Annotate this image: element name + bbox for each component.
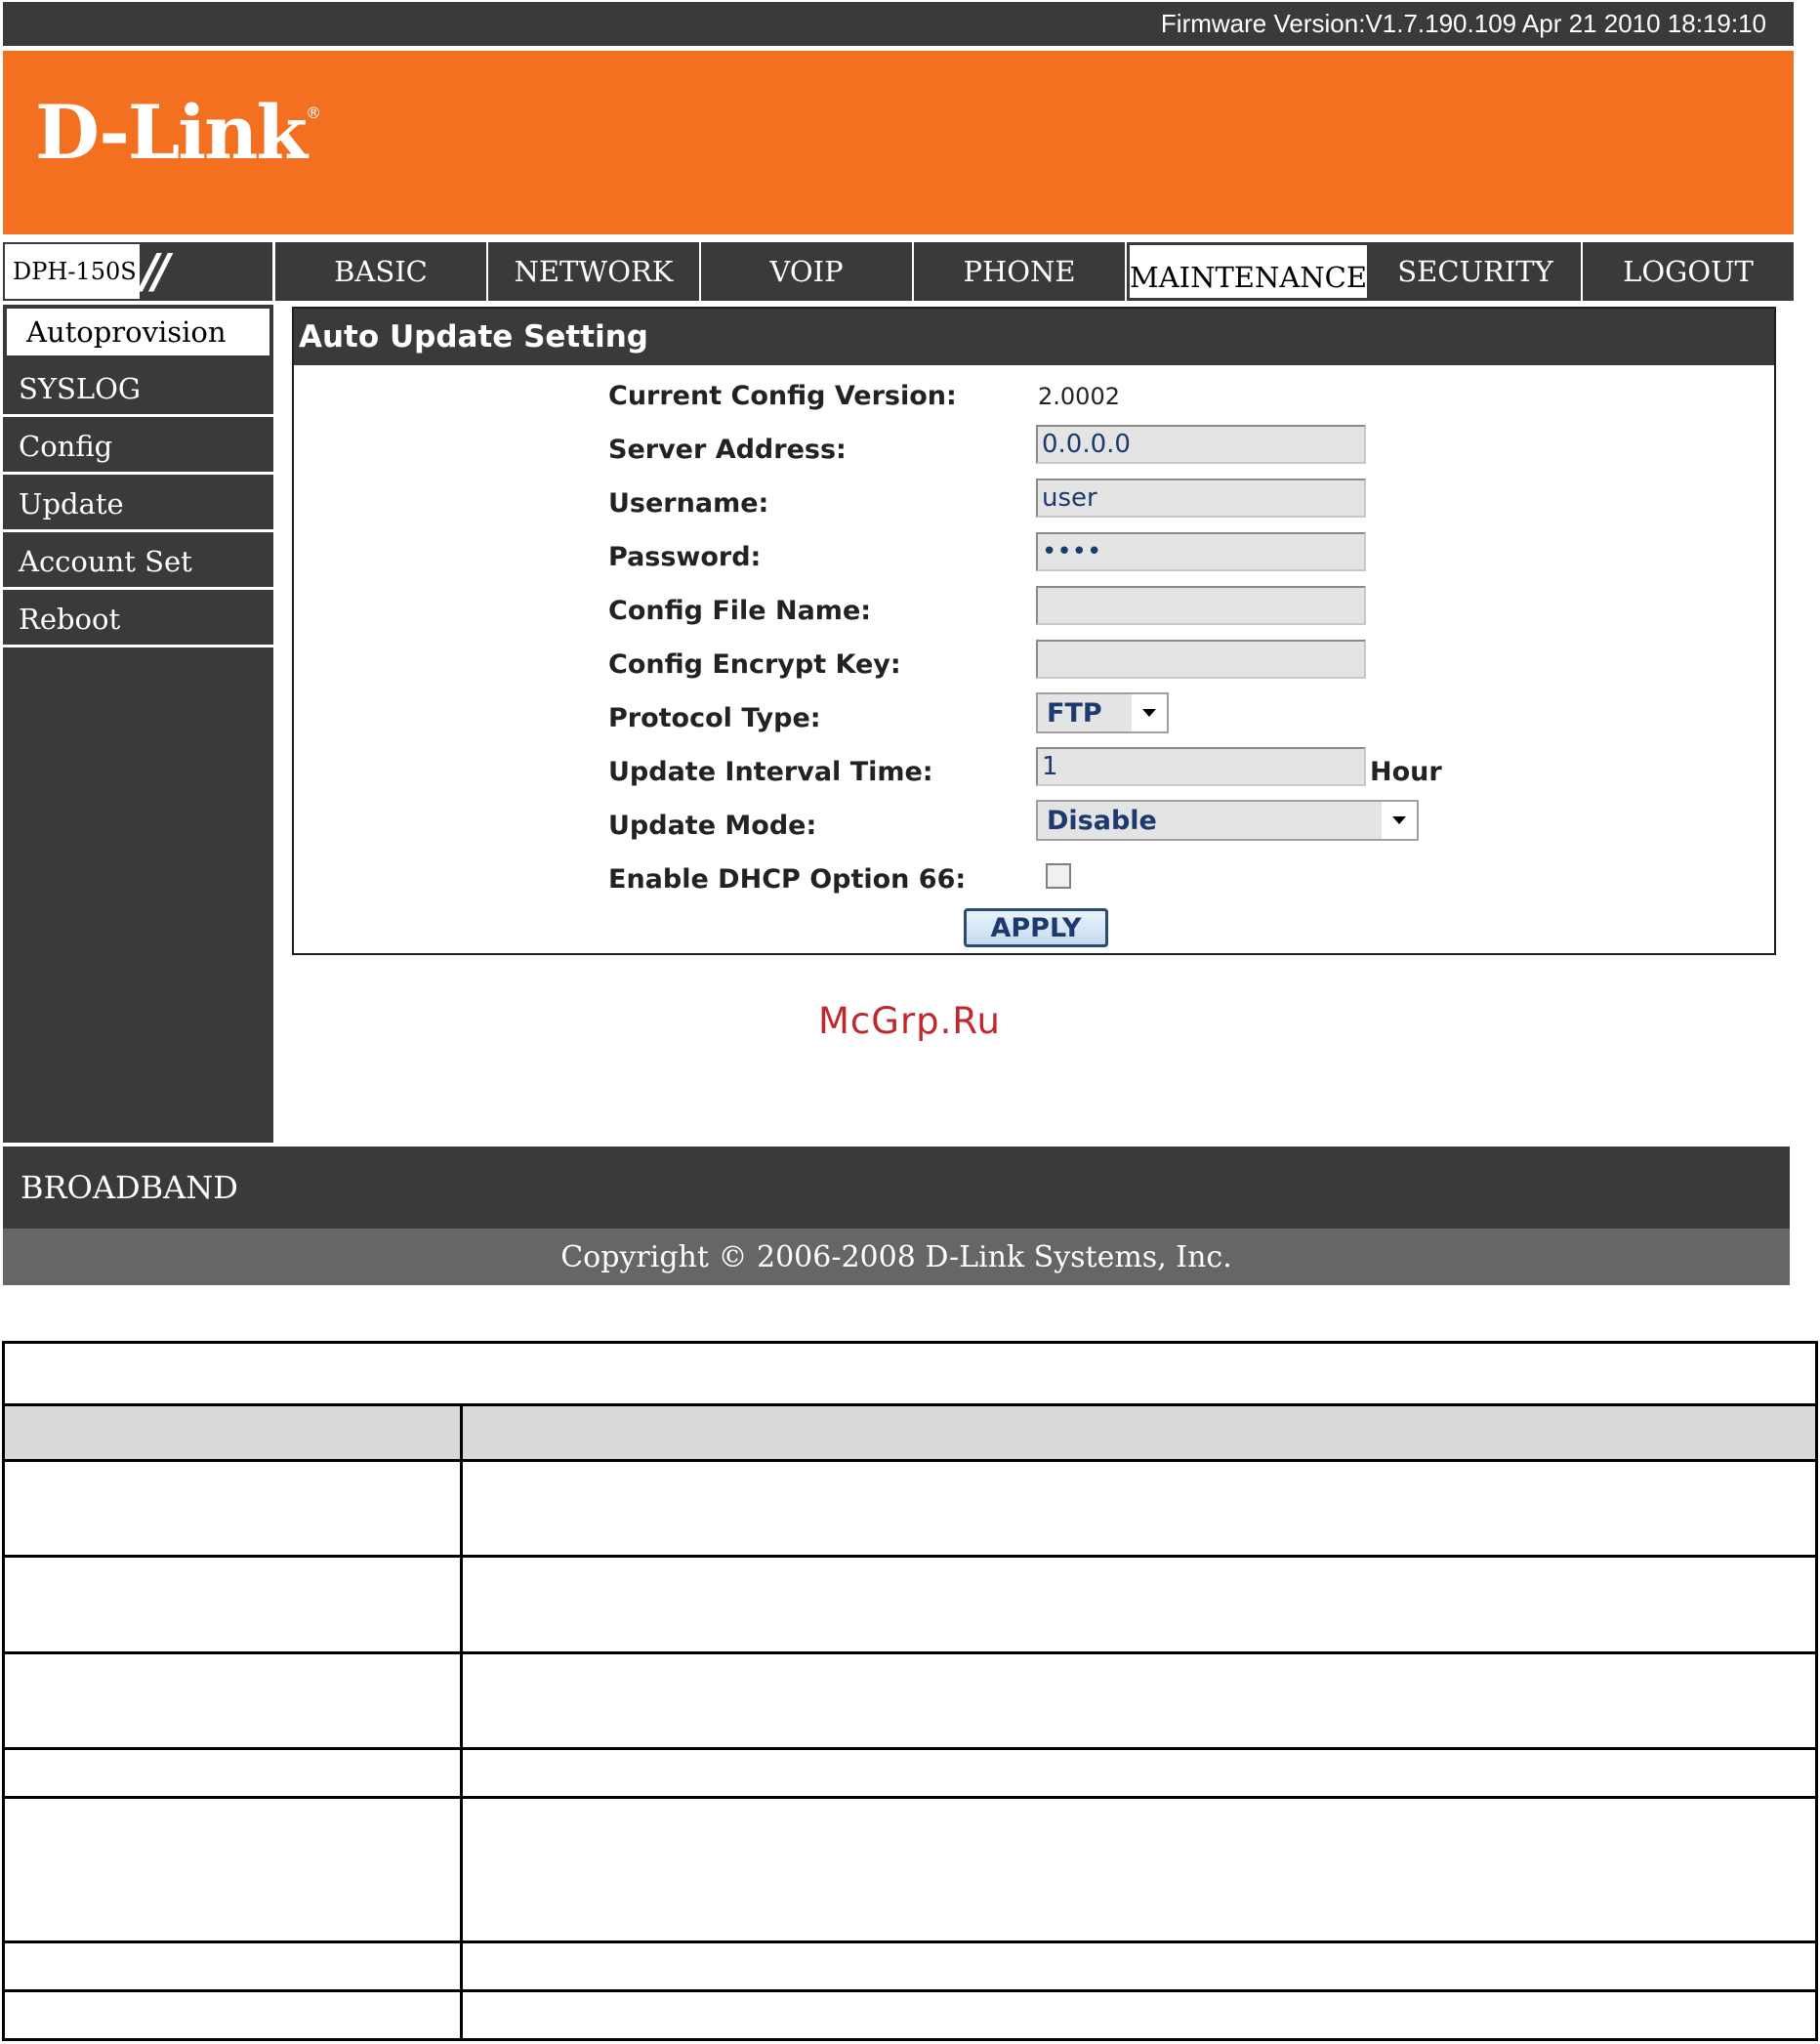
table-row — [2, 1940, 1818, 1992]
tab-voip[interactable]: VOIP — [701, 242, 914, 301]
sidebar-item-reboot[interactable]: Reboot — [3, 593, 273, 647]
sidebar-item-syslog[interactable]: SYSLOG — [3, 362, 273, 417]
table-cell — [460, 1555, 1818, 1654]
sidebar-item-config[interactable]: Config — [3, 420, 273, 475]
tab-logout[interactable]: LOGOUT — [1583, 242, 1794, 301]
password-input[interactable] — [1036, 532, 1366, 571]
table-header-row — [2, 1403, 1818, 1462]
table-row — [2, 1747, 1818, 1799]
server-address-label: Server Address: — [608, 435, 847, 465]
update-interval-label: Update Interval Time: — [608, 757, 933, 787]
d-link-logo: D-Link® — [35, 89, 322, 176]
table-cell — [460, 1989, 1818, 2041]
table-cell — [2, 1796, 463, 1943]
config-file-name-label: Config File Name: — [608, 596, 872, 626]
table-cell — [2, 1940, 463, 1992]
password-label: Password: — [608, 542, 762, 572]
update-mode-label: Update Mode: — [608, 811, 817, 841]
table-cell — [460, 1651, 1818, 1750]
table-cell — [2, 1747, 463, 1799]
table-row — [2, 1796, 1818, 1943]
tab-maintenance[interactable]: MAINTENANCE — [1127, 242, 1371, 301]
chevron-down-icon — [1132, 694, 1167, 731]
config-file-name-input[interactable] — [1036, 586, 1366, 625]
config-encrypt-key-input[interactable] — [1036, 640, 1366, 679]
document-table — [2, 1341, 1818, 2041]
table-cell — [2, 1555, 463, 1654]
dhcp-option-66-label: Enable DHCP Option 66: — [608, 864, 967, 895]
table-cell — [460, 1459, 1818, 1558]
model-name: DPH-150S — [5, 244, 140, 299]
broadband-text: BROADBAND — [21, 1169, 238, 1206]
update-mode-select[interactable]: Disable — [1036, 800, 1419, 841]
table-row — [2, 1459, 1818, 1558]
tab-network[interactable]: NETWORK — [488, 242, 701, 301]
dhcp-option-66-checkbox[interactable] — [1046, 863, 1071, 889]
protocol-type-label: Protocol Type: — [608, 703, 821, 733]
username-label: Username: — [608, 488, 769, 519]
firmware-version-bar: Firmware Version:V1.7.190.109 Apr 21 201… — [3, 2, 1794, 46]
model-badge: DPH-150S // — [3, 242, 272, 301]
protocol-type-value: FTP — [1038, 694, 1132, 731]
chevron-down-icon — [1382, 802, 1417, 839]
server-address-input[interactable] — [1036, 425, 1366, 464]
tab-phone[interactable]: PHONE — [914, 242, 1127, 301]
sidebar-item-autoprovision[interactable]: Autoprovision — [3, 305, 273, 359]
sidebar-item-update[interactable]: Update — [3, 478, 273, 532]
table-caption-row — [2, 1341, 1818, 1406]
update-interval-input[interactable] — [1036, 747, 1366, 786]
sidebar: Autoprovision SYSLOG Config Update Accou… — [3, 305, 273, 1143]
protocol-type-select[interactable]: FTP — [1036, 692, 1169, 733]
tab-basic[interactable]: BASIC — [275, 242, 488, 301]
update-mode-value: Disable — [1038, 802, 1382, 839]
table-cell — [2, 1459, 463, 1558]
copyright-bar: Copyright © 2006-2008 D-Link Systems, In… — [3, 1229, 1790, 1285]
table-row — [2, 1989, 1818, 2041]
table-row — [2, 1555, 1818, 1654]
firmware-version-text: Firmware Version:V1.7.190.109 Apr 21 201… — [1160, 9, 1766, 38]
table-cell — [460, 1403, 1818, 1462]
current-config-version-label: Current Config Version: — [608, 381, 957, 411]
table-cell — [2, 1403, 463, 1462]
table-cell — [2, 1989, 463, 2041]
auto-update-panel: Auto Update Setting Current Config Versi… — [292, 307, 1776, 955]
tab-security[interactable]: SECURITY — [1370, 242, 1584, 301]
table-row — [2, 1651, 1818, 1750]
table-cell — [460, 1796, 1818, 1943]
sidebar-item-account-set[interactable]: Account Set — [3, 535, 273, 590]
apply-button[interactable]: APPLY — [964, 908, 1108, 947]
table-cell — [460, 1747, 1818, 1799]
table-cell — [460, 1940, 1818, 1992]
model-slashes-decoration: // — [142, 244, 170, 299]
table-cell — [2, 1651, 463, 1750]
current-config-version-value: 2.0002 — [1038, 383, 1120, 410]
panel-title: Auto Update Setting — [294, 309, 1774, 365]
username-input[interactable] — [1036, 479, 1366, 518]
update-interval-unit: Hour — [1370, 757, 1442, 787]
broadband-bar: BROADBAND — [3, 1147, 1790, 1229]
copyright-text: Copyright © 2006-2008 D-Link Systems, In… — [560, 1239, 1232, 1274]
watermark: McGrp.Ru — [818, 1000, 1001, 1042]
table-cell — [2, 1341, 1818, 1406]
top-navigation: BASIC NETWORK VOIP PHONE MAINTENANCE SEC… — [275, 242, 1794, 301]
config-encrypt-key-label: Config Encrypt Key: — [608, 649, 901, 680]
